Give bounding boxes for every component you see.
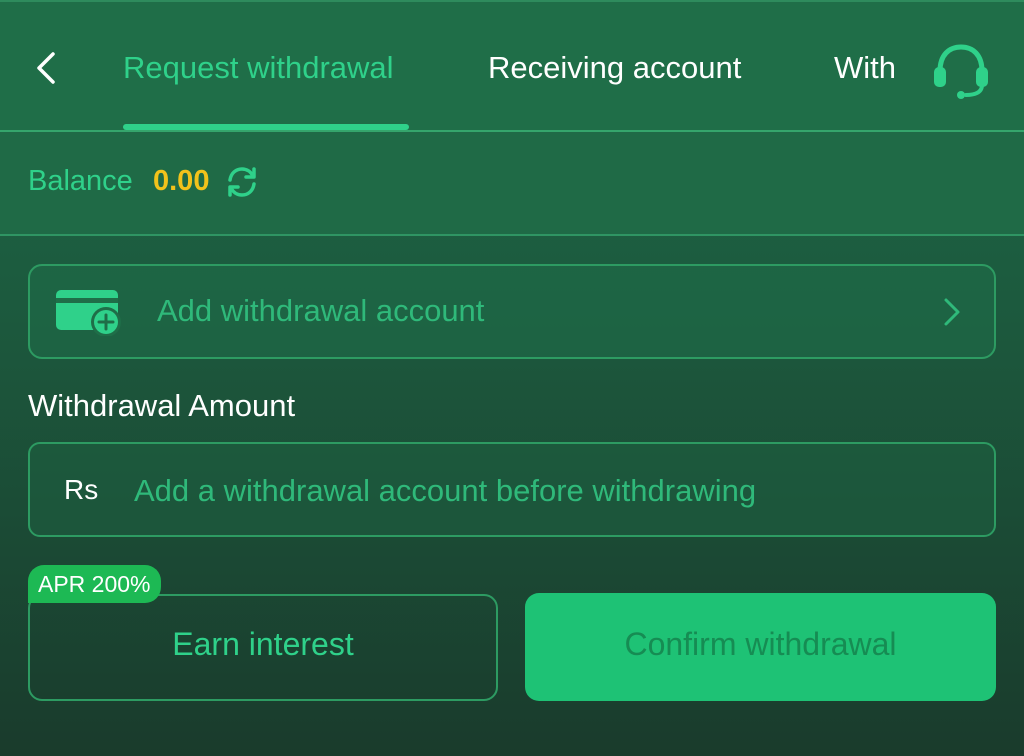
- balance-value: 0.00: [153, 165, 210, 197]
- withdrawal-amount-title: Withdrawal Amount: [28, 388, 296, 423]
- chevron-left-icon: [37, 52, 55, 84]
- tab-receiving-account[interactable]: Receiving account: [488, 48, 741, 88]
- apr-badge: APR 200%: [28, 565, 161, 603]
- tab-request-withdrawal[interactable]: Request withdrawal: [123, 48, 394, 88]
- balance-label: Balance: [28, 165, 133, 197]
- add-withdrawal-account-label: Add withdrawal account: [157, 293, 485, 328]
- customer-support-button[interactable]: [928, 40, 994, 100]
- earn-interest-label: Earn interest: [172, 626, 354, 662]
- headset-icon: [934, 44, 988, 99]
- chevron-right-icon: [940, 296, 964, 328]
- refresh-icon: [228, 167, 256, 197]
- tab-withdrawal-history[interactable]: With: [834, 48, 896, 88]
- confirm-withdrawal-label: Confirm withdrawal: [624, 626, 897, 662]
- wallet-add-icon: [56, 288, 124, 337]
- back-button[interactable]: [24, 46, 68, 90]
- refresh-balance-button[interactable]: [224, 164, 260, 200]
- withdrawal-amount-input[interactable]: [134, 468, 974, 514]
- currency-label: Rs: [64, 474, 99, 505]
